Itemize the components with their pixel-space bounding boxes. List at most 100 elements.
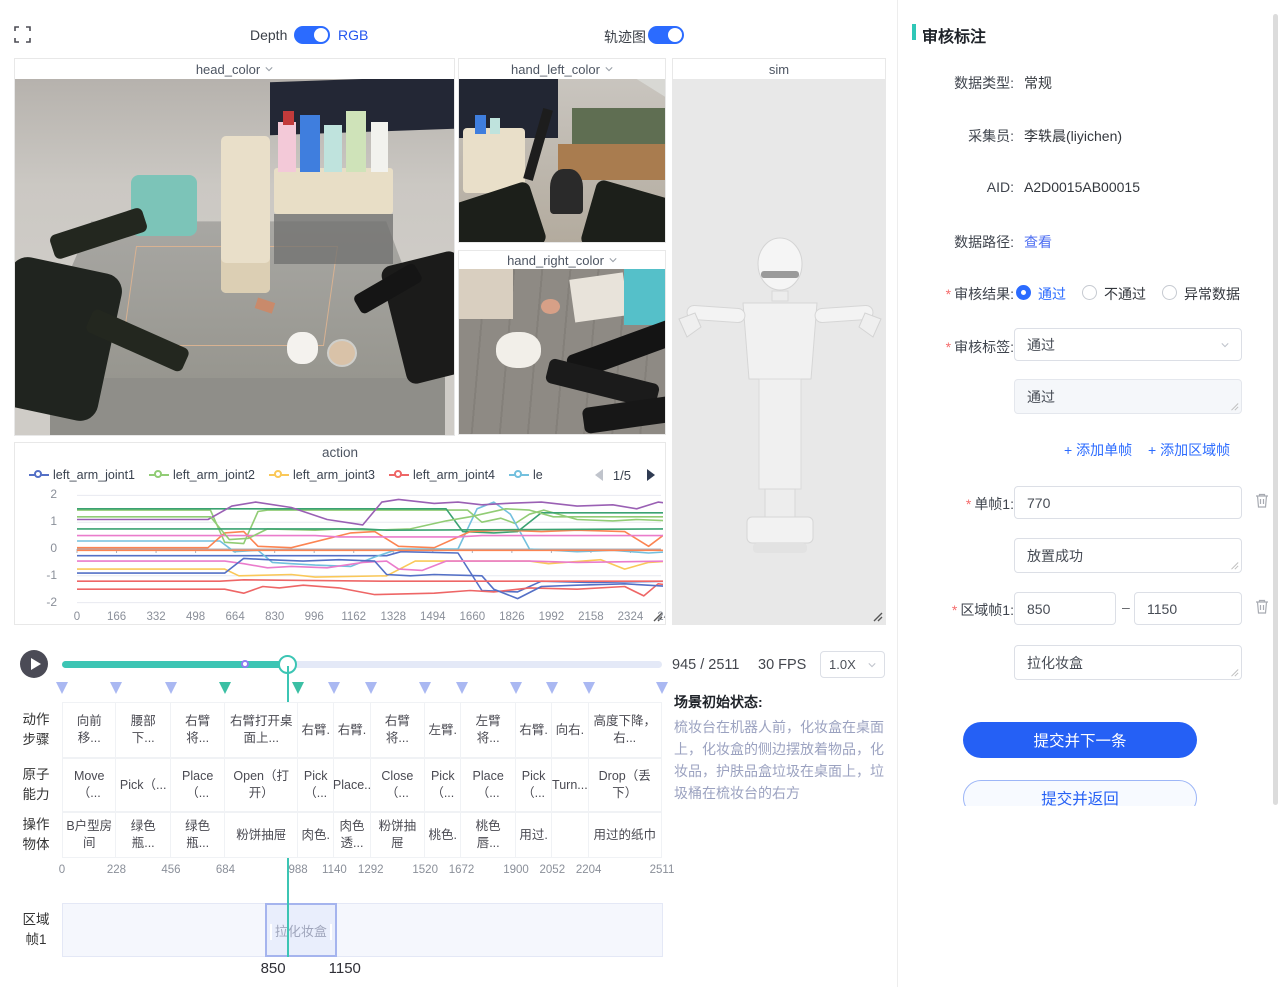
table-cell[interactable]: 粉饼抽屉 (371, 812, 425, 858)
marker-triangle[interactable] (328, 682, 340, 694)
submit-back-button[interactable]: 提交并返回 (963, 780, 1197, 806)
chevron-down-icon (605, 65, 613, 73)
marker-triangle[interactable] (419, 682, 431, 694)
table-cell[interactable]: Pick（... (298, 758, 334, 812)
table-cell[interactable]: 用过. (516, 812, 552, 858)
radio-fail-label[interactable]: 不通过 (1104, 284, 1146, 304)
table-cell[interactable]: Pick（... (116, 758, 170, 812)
radio-fail[interactable] (1082, 285, 1097, 300)
table-cell[interactable]: 右臂. (516, 702, 552, 758)
table-cell[interactable]: 向右. (552, 702, 588, 758)
sim-panel: sim (672, 58, 886, 625)
table-cell[interactable]: 右臂打开桌面上... (225, 702, 298, 758)
table-cell[interactable]: 右臂. (334, 702, 370, 758)
table-cell[interactable]: Drop（丢下） (589, 758, 662, 812)
region-start-input[interactable]: 850 (1014, 592, 1116, 625)
play-button[interactable] (20, 650, 48, 678)
trajectory-toggle[interactable] (648, 26, 684, 44)
legend-item[interactable]: left_arm_joint1 (29, 468, 135, 482)
legend-item[interactable]: left_arm_joint3 (269, 468, 375, 482)
marker-triangle[interactable] (546, 682, 558, 694)
table-cell[interactable] (552, 812, 588, 858)
x-tick-label: 1494 (420, 611, 446, 623)
table-cell[interactable]: Place.. (334, 758, 370, 812)
sim-viewport[interactable] (673, 79, 885, 624)
table-cell[interactable]: Pick（... (516, 758, 552, 812)
table-cell[interactable]: B户型房间 (62, 812, 116, 858)
add-region-frame-link[interactable]: + 添加区域帧 (1148, 440, 1230, 460)
table-cell[interactable]: Move（... (62, 758, 116, 812)
table-cell[interactable]: 绿色瓶... (116, 812, 170, 858)
marker-triangle-active[interactable] (292, 682, 304, 694)
region-segment[interactable]: 拉化妆盒 (265, 903, 337, 957)
table-cell[interactable]: 绿色瓶... (171, 812, 225, 858)
add-single-frame-link[interactable]: + 添加单帧 (1064, 440, 1132, 460)
table-cell[interactable]: Close（... (371, 758, 425, 812)
table-cell[interactable]: Place（... (171, 758, 225, 812)
table-cell[interactable]: 桃色唇... (461, 812, 515, 858)
marker-triangle[interactable] (456, 682, 468, 694)
marker-triangle[interactable] (165, 682, 177, 694)
segment-handle-left[interactable] (270, 924, 272, 940)
marker-triangle[interactable] (110, 682, 122, 694)
hand-right-header[interactable]: hand_right_color (459, 251, 665, 269)
region-track[interactable] (62, 903, 663, 957)
y-tick-label: 0 (37, 541, 57, 555)
table-cell[interactable]: 向前移... (62, 702, 116, 758)
hand-left-header[interactable]: hand_left_color (459, 59, 665, 79)
table-cell[interactable]: 桃色. (425, 812, 461, 858)
region-end-input[interactable]: 1150 (1134, 592, 1242, 625)
tag-select[interactable]: 通过 (1014, 328, 1242, 361)
table-cell[interactable]: 右臂将... (371, 702, 425, 758)
legend-item[interactable]: le (509, 468, 543, 482)
single-frame-dot[interactable] (241, 660, 249, 668)
marker-triangle[interactable] (583, 682, 595, 694)
region-note-textarea[interactable]: 拉化妆盒 (1014, 645, 1242, 680)
table-cell[interactable]: 用过的纸巾 (589, 812, 662, 858)
marker-triangle[interactable] (510, 682, 522, 694)
table-cell[interactable]: 粉饼抽屉 (225, 812, 298, 858)
legend-item[interactable]: left_arm_joint4 (389, 468, 495, 482)
single-frame-input[interactable]: 770 (1014, 486, 1242, 519)
table-cell[interactable]: 左臂. (425, 702, 461, 758)
marker-triangle[interactable] (365, 682, 377, 694)
table-cell[interactable]: 高度下降，右... (589, 702, 662, 758)
data-path-link[interactable]: 查看 (1024, 232, 1052, 252)
table-cell[interactable]: 左臂将... (461, 702, 515, 758)
depth-rgb-toggle[interactable] (294, 26, 330, 44)
scrollbar-thumb[interactable] (1273, 14, 1278, 805)
action-chart[interactable] (63, 487, 663, 611)
delete-region-frame-icon[interactable] (1254, 598, 1270, 615)
marker-triangle-active[interactable] (219, 682, 231, 694)
segment-handle-right[interactable] (330, 924, 332, 940)
radio-pass[interactable] (1016, 285, 1031, 300)
table-cell[interactable]: Pick（... (425, 758, 461, 812)
legend-item[interactable]: left_arm_joint2 (149, 468, 255, 482)
table-cell[interactable]: Turn... (552, 758, 588, 812)
speed-select[interactable]: 1.0X (820, 651, 885, 678)
tag-note-textarea[interactable]: 通过 (1014, 379, 1242, 414)
delete-single-frame-icon[interactable] (1254, 492, 1270, 509)
submit-next-button[interactable]: 提交并下一条 (963, 722, 1197, 758)
head-color-header[interactable]: head_color (15, 59, 454, 79)
table-cell[interactable]: 右臂. (298, 702, 334, 758)
table-cell[interactable]: 肉色透... (334, 812, 370, 858)
legend-next-icon[interactable] (647, 469, 655, 481)
region-note-text: 拉化妆盒 (1027, 655, 1083, 671)
beige-box-corner (459, 269, 513, 319)
radio-abnormal[interactable] (1162, 285, 1177, 300)
table-cell[interactable]: 右臂将... (171, 702, 225, 758)
table-cell[interactable]: 肉色. (298, 812, 334, 858)
resize-grip-icon[interactable] (871, 610, 883, 622)
fullscreen-icon[interactable] (14, 26, 31, 43)
radio-pass-label[interactable]: 通过 (1038, 284, 1066, 304)
table-cell[interactable]: 腰部下... (116, 702, 170, 758)
marker-triangle[interactable] (656, 682, 668, 694)
single-frame-note-textarea[interactable]: 放置成功 (1014, 538, 1242, 573)
legend-prev-icon[interactable] (595, 469, 603, 481)
chevron-down-icon (868, 661, 876, 669)
radio-abnormal-label[interactable]: 异常数据 (1184, 284, 1240, 304)
table-cell[interactable]: Place（... (461, 758, 515, 812)
marker-triangle[interactable] (56, 682, 68, 694)
table-cell[interactable]: Open（打开） (225, 758, 298, 812)
